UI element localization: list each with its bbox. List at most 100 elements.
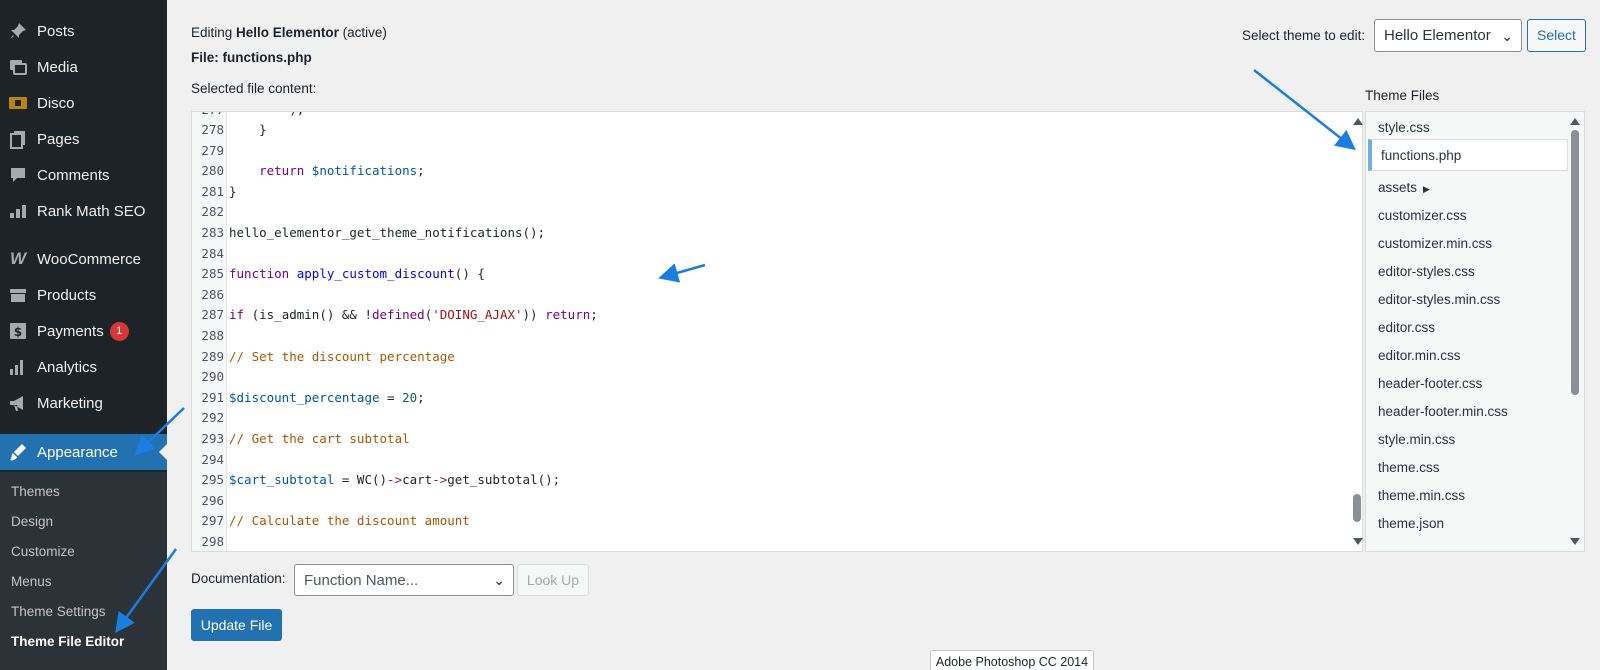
line-number: 294 — [201, 451, 224, 467]
line-number: 283 — [201, 225, 224, 240]
code-line: 293 // Get the cart subtotal — [192, 429, 1342, 449]
editing-heading: Editing Hello Elementor (active) — [191, 25, 387, 40]
code-line: 283 hello_elementor_get_theme_notificatio… — [192, 223, 1342, 243]
code-line: 288 — [192, 326, 1342, 346]
folder-label: assets — [1378, 180, 1418, 195]
expand-arrow-icon: ▶ — [1423, 184, 1430, 194]
line-number: 287 — [201, 307, 224, 323]
code-editor[interactable]: 277 ); 278 } 279 280 return $notifications… — [191, 111, 1363, 552]
menu-label: Payments — [37, 322, 104, 340]
file-item[interactable]: header-footer.css — [1378, 376, 1482, 391]
menu-label: Appearance — [37, 443, 118, 461]
code-line: 278 } — [192, 120, 1342, 140]
menu-label: Analytics — [37, 358, 98, 376]
menu-item-marketing[interactable]: Marketing — [0, 385, 167, 421]
pin-icon — [8, 21, 28, 41]
code-line: 289 // Set the discount percentage — [192, 347, 1342, 367]
file-item[interactable]: theme.css — [1378, 460, 1440, 475]
folder-item-assets[interactable]: assets ▶ — [1378, 180, 1430, 195]
line-number: 291 — [201, 389, 224, 405]
code-line: 298 — [192, 532, 1342, 551]
file-item[interactable]: style.min.css — [1378, 432, 1455, 447]
menu-item-appearance[interactable]: Appearance — [0, 434, 167, 470]
menu-item-analytics[interactable]: Analytics — [0, 349, 167, 385]
theme-files-title: Theme Files — [1365, 88, 1440, 103]
code-text: // Get the cart subtotal — [229, 431, 410, 446]
documentation-label: Documentation: — [191, 571, 286, 586]
select-theme-button[interactable]: Select — [1527, 19, 1586, 52]
submenu-customize[interactable]: Customize — [11, 544, 75, 559]
submenu-menus[interactable]: Menus — [11, 574, 52, 589]
files-scrollbar[interactable] — [1567, 112, 1583, 551]
function-name-placeholder: Function Name... — [304, 572, 419, 589]
taskbar-tooltip: Adobe Photoshop CC 2014 — [930, 650, 1094, 670]
editor-scroll-thumb[interactable] — [1353, 494, 1361, 522]
file-name-label: File: functions.php — [191, 50, 312, 65]
selected-content-label: Selected file content: — [191, 81, 317, 96]
disco-icon — [8, 93, 28, 113]
code-line: 286 — [192, 285, 1342, 305]
active-suffix: (active) — [342, 25, 387, 40]
files-scroll-thumb[interactable] — [1571, 130, 1579, 395]
file-item[interactable]: style.css — [1378, 120, 1430, 135]
file-item[interactable]: editor.min.css — [1378, 348, 1461, 363]
products-icon — [8, 285, 28, 305]
payments-count-badge: 1 — [109, 321, 129, 341]
file-item[interactable]: editor.css — [1378, 320, 1435, 335]
scroll-down-icon[interactable] — [1353, 538, 1363, 545]
submenu-themes[interactable]: Themes — [11, 484, 60, 499]
code-text: } — [229, 122, 267, 137]
file-item[interactable]: theme.min.css — [1378, 488, 1465, 503]
svg-text:$: $ — [14, 325, 22, 339]
code-text: if (is_admin() && !defined('DOING_AJAX')… — [229, 307, 598, 323]
code-line: 287 if (is_admin() && !defined('DOING_AJA… — [192, 305, 1342, 325]
function-name-dropdown[interactable]: Function Name... ⌄ — [294, 564, 514, 596]
code-line: 297 // Calculate the discount amount — [192, 511, 1342, 531]
submenu-theme-settings[interactable]: Theme Settings — [11, 604, 106, 619]
code-text: hello_elementor_get_theme_notifications(… — [229, 225, 546, 240]
code-line: 292 — [192, 408, 1342, 428]
menu-item-woocommerce[interactable]: W WooCommerce — [0, 241, 167, 277]
editor-scrollbar[interactable] — [1351, 112, 1363, 551]
line-number: 285 — [201, 266, 224, 282]
woocommerce-icon: W — [9, 249, 27, 268]
menu-item-rank-math[interactable]: Rank Math SEO — [0, 193, 167, 229]
payments-icon: $ — [8, 321, 28, 341]
scroll-down-icon[interactable] — [1570, 538, 1580, 545]
code-line: 282 — [192, 202, 1342, 222]
update-file-button[interactable]: Update File — [191, 609, 282, 641]
theme-select-dropdown[interactable]: Hello Elementor ⌄ — [1374, 19, 1522, 52]
select-theme-label: Select theme to edit: — [1242, 28, 1366, 43]
file-item-current[interactable]: functions.php — [1368, 139, 1568, 171]
look-up-button[interactable]: Look Up — [517, 564, 589, 596]
line-number: 290 — [201, 369, 224, 385]
menu-item-payments[interactable]: $ Payments 1 — [0, 313, 167, 349]
line-number: 282 — [201, 204, 224, 220]
code-line: 295 $cart_subtotal = WC()->cart->get_subt… — [192, 470, 1342, 490]
line-number: 293 — [201, 431, 224, 446]
menu-item-disco[interactable]: Disco — [0, 85, 167, 121]
file-item[interactable]: header-footer.min.css — [1378, 404, 1508, 419]
menu-item-pages[interactable]: Pages — [0, 121, 167, 157]
code-text: // Calculate the discount amount — [229, 513, 470, 529]
submenu-theme-file-editor[interactable]: Theme File Editor — [11, 634, 124, 649]
submenu-design[interactable]: Design — [11, 514, 53, 529]
file-item[interactable]: editor-styles.css — [1378, 264, 1475, 279]
file-item[interactable]: editor-styles.min.css — [1378, 292, 1500, 307]
menu-item-comments[interactable]: Comments — [0, 157, 167, 193]
code-text: $discount_percentage = 20; — [229, 389, 425, 405]
code-line: 285 function apply_custom_discount() { — [192, 264, 1342, 284]
code-line: 284 — [192, 244, 1342, 264]
scroll-up-icon[interactable] — [1570, 118, 1580, 125]
menu-item-products[interactable]: Products — [0, 277, 167, 313]
menu-item-posts[interactable]: Posts — [0, 13, 167, 49]
file-item[interactable]: theme.json — [1378, 516, 1444, 531]
menu-item-media[interactable]: Media — [0, 49, 167, 85]
file-item[interactable]: customizer.min.css — [1378, 236, 1492, 251]
comments-icon — [8, 165, 28, 185]
menu-label: Rank Math SEO — [37, 202, 146, 220]
line-number: 296 — [201, 492, 224, 508]
line-number: 298 — [201, 534, 224, 549]
file-item[interactable]: customizer.css — [1378, 208, 1467, 223]
scroll-up-icon[interactable] — [1353, 118, 1363, 125]
